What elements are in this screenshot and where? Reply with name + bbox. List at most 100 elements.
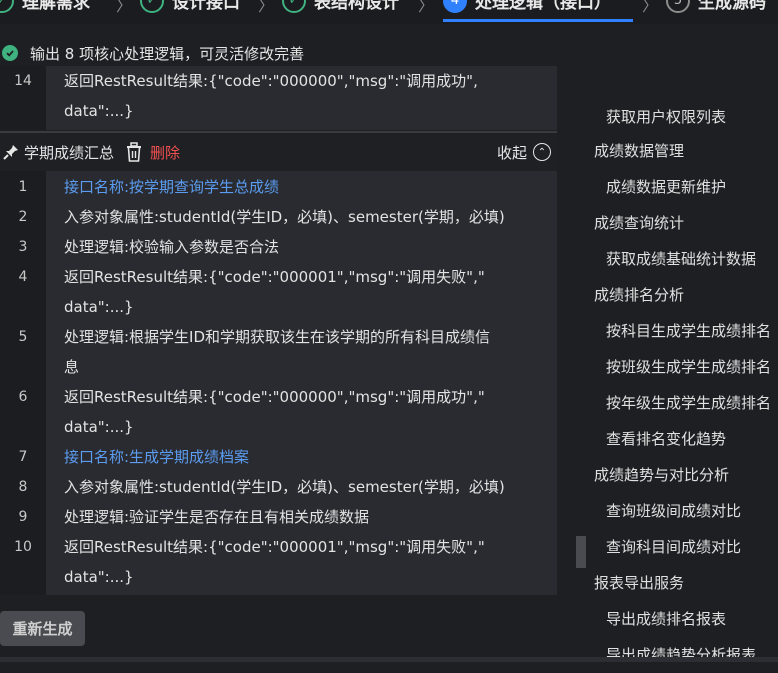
- line-number: 2: [18, 209, 28, 225]
- line-text: 入参对象属性:studentId(学生ID，必填)、semester(学期，必填…: [64, 478, 505, 496]
- tree-leaf-item[interactable]: 查询班级间成绩对比: [606, 500, 741, 521]
- collapse-button[interactable]: 收起 ⌃: [497, 142, 551, 163]
- tree-leaf-item[interactable]: 查看排名变化趋势: [606, 428, 726, 449]
- step-label: 生成源码: [698, 0, 766, 13]
- line-text: 入参对象属性:studentId(学生ID，必填)、semester(学期，必填…: [64, 208, 505, 226]
- horizontal-scrollbar[interactable]: [0, 657, 778, 662]
- status-text: 输出 8 项核心处理逻辑，可灵活修改完善: [30, 44, 305, 63]
- line-number: [0, 292, 46, 322]
- code-lines: 1 接口名称:按学期查询学生总成绩 2 入参对象属性:studentId(学生ID，必…: [0, 172, 557, 592]
- status-line: 输出 8 项核心处理逻辑，可灵活修改完善: [0, 40, 304, 66]
- line-text: data":...}: [64, 418, 134, 436]
- tree-leaf-item[interactable]: 按班级生成学生成绩排名: [606, 356, 771, 377]
- code-line: 3 处理逻辑:校验输入参数是否合法: [0, 232, 557, 262]
- step-2[interactable]: ✓ 设计接口: [140, 0, 240, 13]
- line-number: 6: [18, 389, 28, 405]
- trash-icon[interactable]: [124, 141, 144, 163]
- line-number: 8: [18, 479, 28, 495]
- line-number: 4: [18, 269, 28, 285]
- tree-leaf-item[interactable]: 查询科目间成绩对比: [606, 536, 741, 557]
- code-line: data":...}: [0, 412, 557, 442]
- step-number: 4: [443, 0, 467, 13]
- tree-leaf-item[interactable]: 成绩数据更新维护: [606, 176, 726, 197]
- line-text: 处理逻辑:根据学生ID和学期获取该生在该学期的所有科目成绩信: [64, 328, 491, 346]
- step-3[interactable]: ✓ 表结构设计: [282, 0, 399, 13]
- line-number: 14: [14, 73, 32, 89]
- tree-leaf-item[interactable]: 导出成绩排名报表: [606, 608, 726, 629]
- line-text: data":...}: [64, 298, 134, 316]
- line-text: 返回RestResult结果:{"code":"000001","msg":"调…: [64, 268, 485, 286]
- tree-leaf-item[interactable]: 获取成绩基础统计数据: [606, 248, 756, 269]
- step-4[interactable]: 4 处理逻辑（接口）: [443, 0, 611, 13]
- collapse-label: 收起: [496, 143, 527, 162]
- line-number: 7: [18, 449, 28, 465]
- code-line: 1 接口名称:按学期查询学生总成绩: [0, 172, 557, 202]
- line-number: 3: [18, 239, 28, 255]
- step-1[interactable]: ✓ 理解需求: [0, 0, 90, 13]
- interface-name-link[interactable]: 接口名称:生成学期成绩档案: [46, 442, 249, 472]
- code-line: 息: [0, 352, 557, 382]
- chevron-up-icon: ⌃: [533, 143, 551, 161]
- footer: [0, 595, 586, 657]
- pin-icon: [3, 145, 18, 160]
- chevron-right-icon: 〉: [116, 0, 133, 15]
- section-title: 学期成绩汇总: [24, 143, 115, 162]
- tree-leaf-item[interactable]: 获取用户权限列表: [606, 106, 726, 127]
- code-line: 6 返回RestResult结果:{"code":"000000","msg":"…: [0, 382, 557, 412]
- line-number: [0, 96, 46, 126]
- line-number: [0, 412, 46, 442]
- line-number: 10: [14, 539, 32, 555]
- step-5[interactable]: 5 生成源码: [666, 0, 766, 13]
- tree-group-item[interactable]: 成绩查询统计: [594, 212, 684, 233]
- delete-button[interactable]: 删除: [150, 142, 180, 163]
- line-number: 5: [18, 329, 28, 345]
- scrollbar-thumb[interactable]: [576, 536, 586, 568]
- success-check-icon: [2, 45, 18, 61]
- line-number: [0, 352, 46, 382]
- line-text: data":...}: [64, 102, 134, 120]
- check-icon: ✓: [0, 0, 14, 13]
- code-line: 2 入参对象属性:studentId(学生ID，必填)、semester(学期，必…: [0, 202, 557, 232]
- interface-name-link[interactable]: 接口名称:按学期查询学生总成绩: [46, 172, 279, 202]
- chevron-right-icon: 〉: [258, 0, 275, 15]
- step-label: 表结构设计: [314, 0, 399, 13]
- line-text: 返回RestResult结果:{"code":"000000","msg":"调…: [64, 72, 478, 90]
- code-line: data":...}: [0, 292, 557, 322]
- step-label: 理解需求: [22, 0, 90, 13]
- line-text: 息: [64, 358, 80, 376]
- code-line: 5 处理逻辑:根据学生ID和学期获取该生在该学期的所有科目成绩信: [0, 322, 557, 352]
- check-icon: ✓: [282, 0, 306, 13]
- step-number: 5: [666, 0, 690, 13]
- step-label: 设计接口: [172, 0, 240, 13]
- line-text: 返回RestResult结果:{"code":"000001","msg":"调…: [64, 538, 485, 556]
- steps-bar: ✓ 理解需求 〉 ✓ 设计接口 〉 ✓ 表结构设计 〉 4 处理逻辑（接口） 〉…: [0, 0, 778, 24]
- tree-group-item[interactable]: 成绩趋势与对比分析: [594, 464, 729, 485]
- tree-group-item[interactable]: 成绩数据管理: [594, 140, 684, 161]
- code-line: 7 接口名称:生成学期成绩档案: [0, 442, 557, 472]
- previous-code-block: 14 返回RestResult结果:{"code":"000000","msg"…: [0, 66, 557, 130]
- section-header: 学期成绩汇总 删除 收起 ⌃: [0, 131, 557, 171]
- line-text: 处理逻辑:校验输入参数是否合法: [64, 238, 280, 256]
- tree-leaf-item[interactable]: 按年级生成学生成绩排名: [606, 392, 771, 413]
- line-number: 9: [18, 509, 28, 525]
- check-icon: ✓: [140, 0, 164, 13]
- code-line: data":...}: [0, 562, 557, 592]
- regenerate-button[interactable]: 重新生成: [0, 611, 85, 646]
- code-block: 1 接口名称:按学期查询学生总成绩 2 入参对象属性:studentId(学生ID，必…: [0, 171, 557, 595]
- code-line: 9 处理逻辑:验证学生是否存在且有相关成绩数据: [0, 502, 557, 532]
- chevron-right-icon: 〉: [642, 0, 659, 15]
- tree-group-item[interactable]: 成绩排名分析: [594, 284, 684, 305]
- active-step-indicator: [443, 19, 633, 22]
- logic-tree: 获取用户权限列表成绩数据管理成绩数据更新维护成绩查询统计获取成绩基础统计数据成绩…: [586, 96, 778, 673]
- code-line: data":...}: [0, 96, 557, 126]
- line-number: 1: [18, 179, 28, 195]
- line-text: 处理逻辑:验证学生是否存在且有相关成绩数据: [64, 508, 370, 526]
- code-line: 4 返回RestResult结果:{"code":"000001","msg":"…: [0, 262, 557, 292]
- step-label: 处理逻辑（接口）: [475, 0, 611, 13]
- tree-group-item[interactable]: 报表导出服务: [594, 572, 684, 593]
- code-line: 10 返回RestResult结果:{"code":"000001","msg":…: [0, 532, 557, 562]
- tree-leaf-item[interactable]: 按科目生成学生成绩排名: [606, 320, 771, 341]
- line-text: 返回RestResult结果:{"code":"000000","msg":"调…: [64, 388, 485, 406]
- code-line: 8 入参对象属性:studentId(学生ID，必填)、semester(学期，必…: [0, 472, 557, 502]
- code-line: 14 返回RestResult结果:{"code":"000000","msg"…: [0, 66, 557, 96]
